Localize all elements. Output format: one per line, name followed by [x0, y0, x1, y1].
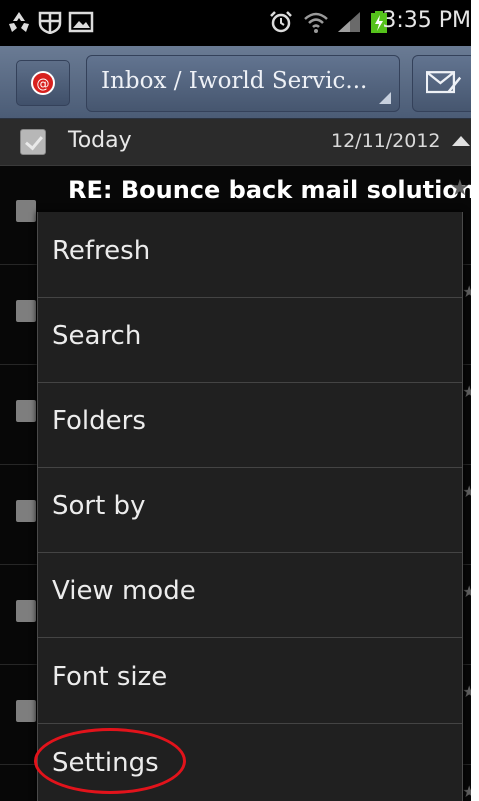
wifi-icon	[304, 12, 328, 33]
star-icon[interactable]: ★	[462, 782, 471, 801]
account-folder-label: Inbox / Iworld Servic...	[101, 68, 368, 94]
star-icon[interactable]: ★	[462, 382, 471, 401]
menu-item-label: Font size	[52, 662, 168, 692]
star-icon[interactable]: ★	[462, 482, 471, 501]
dropdown-corner-icon	[379, 92, 391, 104]
menu-item-label: Refresh	[52, 236, 151, 266]
phone-screen: 3:35 PM @ Inbox / Iworld Servic... Today…	[0, 0, 471, 801]
mail-subject[interactable]: RE: Bounce back mail solution	[68, 176, 471, 204]
status-bar: 3:35 PM	[0, 0, 471, 46]
menu-item-sort-by[interactable]: Sort by	[38, 467, 462, 553]
image-icon	[68, 11, 94, 33]
account-folder-dropdown[interactable]: Inbox / Iworld Servic...	[86, 55, 400, 112]
select-all-checkbox[interactable]	[20, 129, 46, 155]
star-icon[interactable]: ★	[462, 282, 471, 301]
app-header: @ Inbox / Iworld Servic...	[0, 46, 471, 119]
row-checkbox[interactable]	[16, 700, 36, 722]
options-menu: Refresh Search Folders Sort by View mode…	[37, 212, 463, 801]
mail-at-icon: @	[31, 71, 55, 95]
account-button[interactable]: @	[16, 60, 70, 106]
collapse-arrow-icon[interactable]	[452, 136, 470, 146]
star-icon[interactable]: ★	[462, 682, 471, 701]
status-clock: 3:35 PM	[382, 8, 471, 33]
menu-item-label: Search	[52, 321, 142, 351]
row-checkbox[interactable]	[16, 400, 36, 422]
shield-icon	[38, 11, 62, 34]
menu-item-font-size[interactable]: Font size	[38, 638, 462, 724]
menu-item-search[interactable]: Search	[38, 297, 462, 383]
menu-item-label: Sort by	[52, 491, 146, 521]
highlight-circle	[34, 728, 186, 794]
row-checkbox[interactable]	[16, 300, 36, 322]
date-group-label: Today	[68, 128, 132, 153]
menu-item-view-mode[interactable]: View mode	[38, 552, 462, 638]
signal-icon	[338, 12, 360, 32]
star-icon[interactable]: ★	[462, 582, 471, 601]
recycle-icon	[9, 12, 29, 32]
row-checkbox[interactable]	[16, 500, 36, 522]
date-group-date: 12/11/2012	[331, 130, 441, 152]
alarm-icon	[270, 11, 292, 33]
date-group-header[interactable]: Today 12/11/2012	[0, 119, 471, 166]
row-checkbox[interactable]	[16, 200, 36, 222]
row-checkbox[interactable]	[16, 600, 36, 622]
menu-item-label: Folders	[52, 406, 146, 436]
compose-mail-icon	[426, 71, 462, 94]
menu-item-refresh[interactable]: Refresh	[38, 212, 462, 298]
compose-button[interactable]	[412, 55, 471, 112]
star-icon[interactable]: ★	[450, 176, 470, 201]
menu-item-folders[interactable]: Folders	[38, 382, 462, 468]
menu-item-label: View mode	[52, 576, 196, 606]
